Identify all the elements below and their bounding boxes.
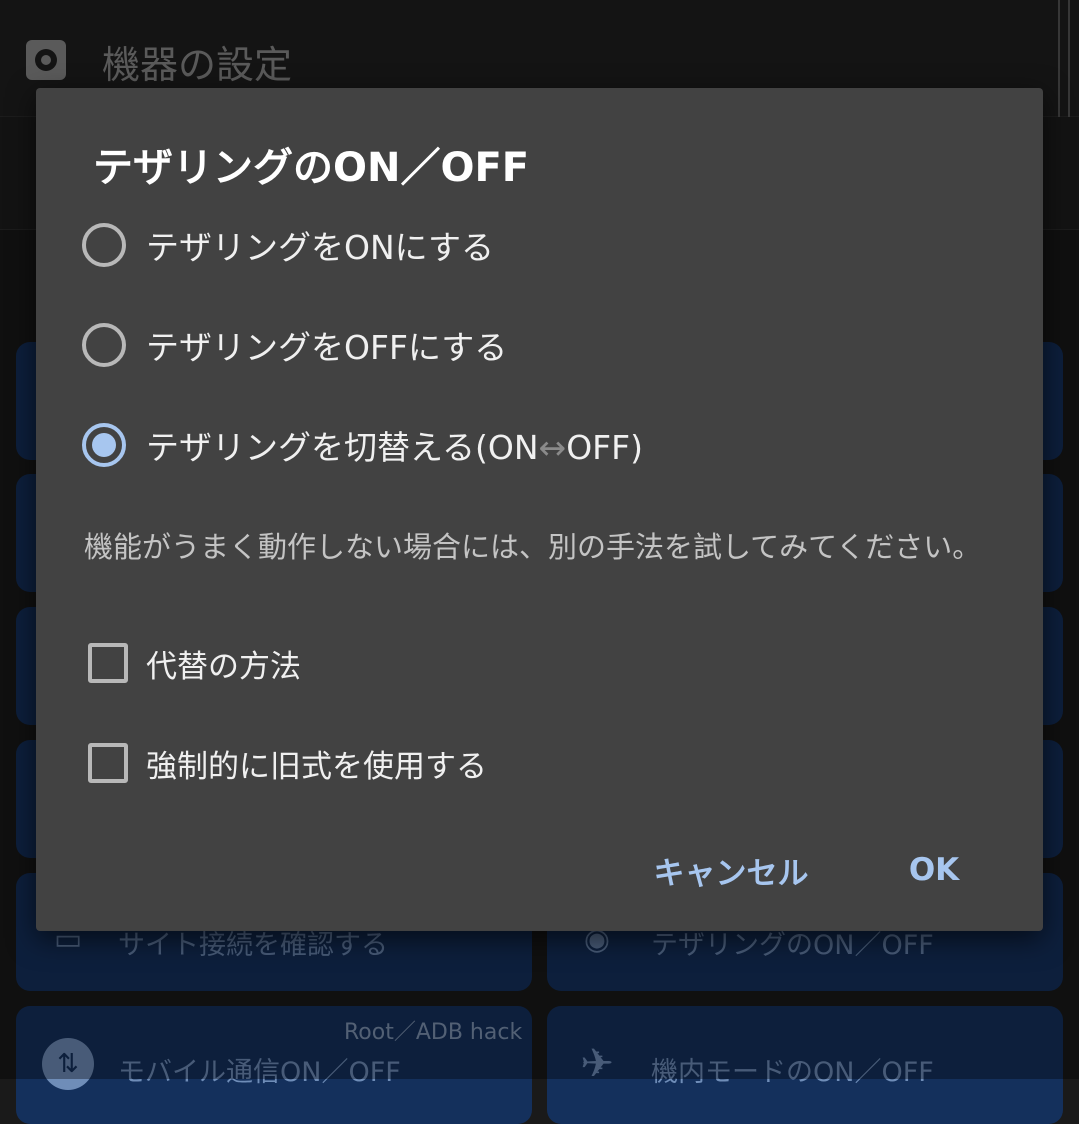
checkbox[interactable] xyxy=(88,743,128,783)
option-tethering-off[interactable]: テザリングをOFFにする xyxy=(82,309,982,381)
checkbox-force-legacy[interactable]: 強制的に旧式を使用する xyxy=(88,731,888,795)
checkbox-label: 強制的に旧式を使用する xyxy=(146,748,487,785)
checkbox-label: 代替の方法 xyxy=(146,648,301,685)
radio-button[interactable] xyxy=(82,323,126,367)
radio-button[interactable] xyxy=(82,223,126,267)
hint-text: 機能がうまく動作しない場合には、別の手法を試してみてください。 xyxy=(84,530,982,564)
cancel-button[interactable]: キャンセル xyxy=(636,840,826,900)
option-tethering-toggle[interactable]: テザリングを切替える(ON↔OFF) xyxy=(82,409,982,481)
double-arrow-icon: ↔ xyxy=(538,428,567,467)
checkbox[interactable] xyxy=(88,643,128,683)
option-label-end: OFF) xyxy=(566,428,644,467)
checkbox-alternative-method[interactable]: 代替の方法 xyxy=(88,631,888,695)
option-label: テザリングをONにする xyxy=(146,228,494,267)
tethering-dialog: テザリングのON／OFF テザリングをONにする テザリングをOFFにする テザ… xyxy=(36,88,1043,931)
option-label-start: テザリングを切替える(ON xyxy=(146,428,539,467)
option-tethering-on[interactable]: テザリングをONにする xyxy=(82,209,982,281)
option-label: テザリングをOFFにする xyxy=(146,328,508,367)
ok-button[interactable]: OK xyxy=(894,840,974,900)
radio-button-selected[interactable] xyxy=(82,423,126,467)
option-label: テザリングを切替える(ON↔OFF) xyxy=(146,421,643,469)
dialog-title: テザリングのON／OFF xyxy=(93,145,530,191)
